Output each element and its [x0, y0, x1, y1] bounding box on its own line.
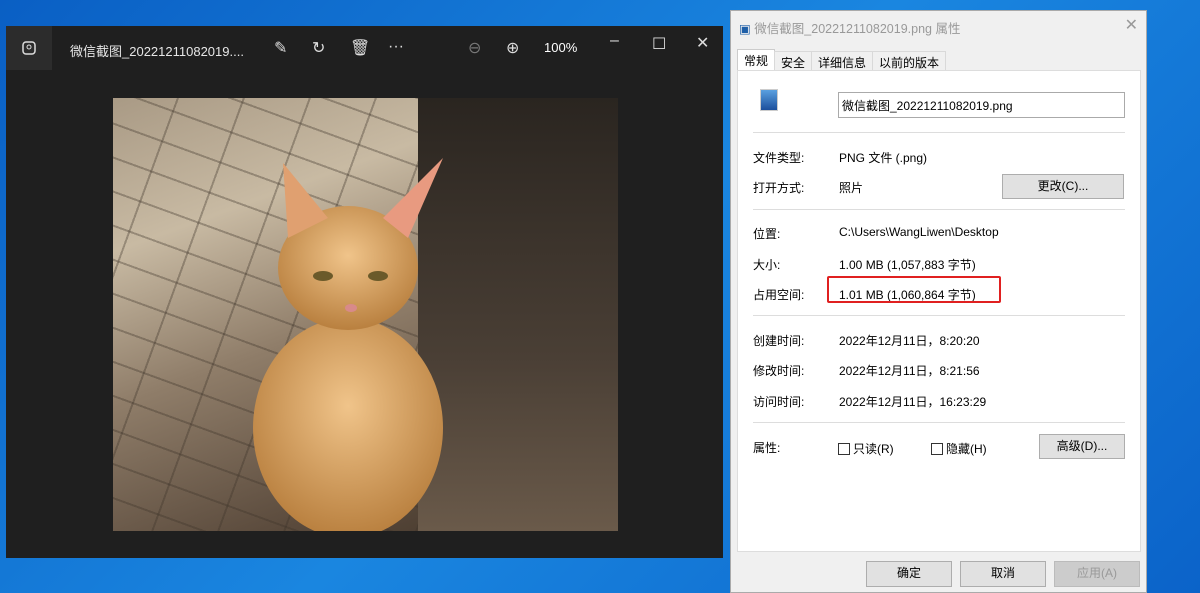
cat-image: [238, 158, 468, 531]
properties-dialog: ▣ 微信截图_20221211082019.png 属性 ✕ 常规 安全 详细信…: [730, 10, 1147, 593]
file-icon: [760, 89, 778, 111]
cancel-button[interactable]: 取消: [960, 561, 1046, 587]
image-file-icon: ▣: [739, 22, 751, 36]
general-panel: 微信截图_20221211082019.png 文件类型: PNG 文件 (.p…: [737, 70, 1141, 552]
attributes-label: 属性:: [753, 439, 780, 456]
type-label: 文件类型:: [753, 149, 804, 166]
highlight-box: [827, 276, 1001, 303]
size-value: 1.00 MB (1,057,883 字节): [839, 256, 976, 273]
accessed-value: 2022年12月11日，16:23:29: [839, 393, 986, 410]
size-label: 大小:: [753, 256, 780, 273]
delete-icon[interactable]: 🗑: [350, 38, 370, 58]
dialog-close-button[interactable]: ✕: [1125, 15, 1138, 35]
cat-photo: [113, 98, 618, 531]
photos-viewer-window: 微信截图_20221211082019.... ✎ ↻ 🗑 ··· ⊖ ⊕ 10…: [6, 26, 723, 558]
edit-image-icon[interactable]: ✎: [274, 38, 287, 58]
apply-button[interactable]: 应用(A): [1054, 561, 1140, 587]
created-label: 创建时间:: [753, 332, 804, 349]
zoom-level: 100%: [544, 40, 577, 55]
tab-general[interactable]: 常规: [737, 49, 775, 70]
tab-details[interactable]: 详细信息: [811, 51, 873, 70]
change-button[interactable]: 更改(C)...: [1002, 174, 1124, 199]
created-value: 2022年12月11日，8:20:20: [839, 332, 980, 349]
zoom-out-icon[interactable]: ⊖: [468, 38, 481, 58]
hidden-label: 隐藏(H): [946, 440, 987, 457]
open-with-label: 打开方式:: [753, 179, 804, 196]
viewer-toolbar: 微信截图_20221211082019.... ✎ ↻ 🗑 ··· ⊖ ⊕ 10…: [6, 26, 723, 70]
type-value: PNG 文件 (.png): [839, 149, 927, 166]
tab-previous-versions[interactable]: 以前的版本: [872, 51, 946, 70]
minimize-button[interactable]: –: [610, 32, 619, 50]
rotate-icon[interactable]: ↻: [312, 38, 325, 58]
zoom-in-icon[interactable]: ⊕: [506, 38, 519, 58]
more-icon[interactable]: ···: [388, 38, 404, 56]
viewer-title: 微信截图_20221211082019....: [70, 41, 244, 60]
photos-app-icon[interactable]: [6, 26, 52, 70]
open-with-value: 照片: [839, 179, 863, 196]
tab-security[interactable]: 安全: [774, 51, 812, 70]
modified-label: 修改时间:: [753, 362, 804, 379]
readonly-checkbox[interactable]: 只读(R): [838, 440, 894, 457]
accessed-label: 访问时间:: [753, 393, 804, 410]
advanced-button[interactable]: 高级(D)...: [1039, 434, 1125, 459]
dialog-title: ▣ 微信截图_20221211082019.png 属性: [739, 18, 960, 37]
maximize-button[interactable]: ☐: [652, 34, 666, 54]
dialog-title-text: 微信截图_20221211082019.png 属性: [754, 22, 960, 36]
hidden-checkbox[interactable]: 隐藏(H): [931, 440, 987, 457]
readonly-label: 只读(R): [853, 440, 894, 457]
location-label: 位置:: [753, 225, 780, 242]
modified-value: 2022年12月11日，8:21:56: [839, 362, 980, 379]
close-button[interactable]: ✕: [696, 33, 709, 53]
ok-button[interactable]: 确定: [866, 561, 952, 587]
location-value: C:\Users\WangLiwen\Desktop: [839, 225, 999, 239]
filename-input[interactable]: 微信截图_20221211082019.png: [838, 92, 1125, 118]
disk-size-label: 占用空间:: [753, 286, 804, 303]
